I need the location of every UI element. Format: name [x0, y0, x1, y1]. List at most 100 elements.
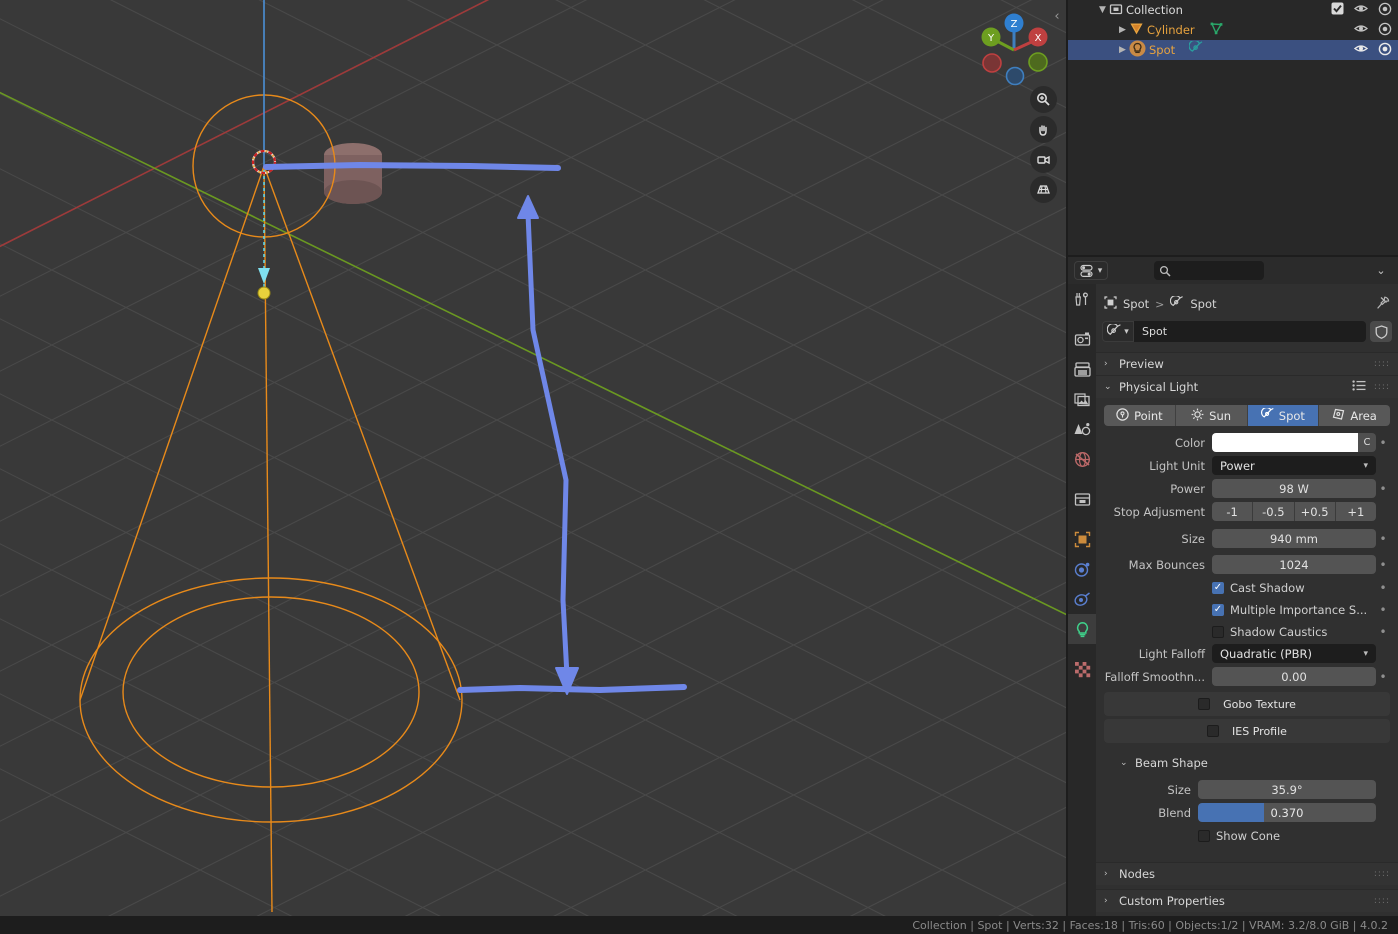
- light-type-sun[interactable]: Sun: [1175, 405, 1248, 426]
- 3d-viewport[interactable]: ‹ Z Y X: [0, 0, 1066, 916]
- beam-blend-slider[interactable]: 0.370: [1198, 803, 1376, 822]
- disable-render-camera-icon[interactable]: [1378, 42, 1392, 59]
- stop-plus-1-button[interactable]: +1: [1335, 502, 1376, 521]
- field-falloff-smoothness: Falloff Smoothn... 0.00 •: [1104, 667, 1390, 686]
- animate-property-dot[interactable]: •: [1376, 483, 1390, 495]
- animate-property-dot[interactable]: •: [1376, 533, 1390, 545]
- spot-light-data-icon[interactable]: [1188, 39, 1204, 59]
- status-bar-text: Collection | Spot | Verts:32 | Faces:18 …: [912, 918, 1388, 932]
- multiple-importance-sampling-checkbox[interactable]: ✓: [1212, 603, 1224, 616]
- color-picker-button[interactable]: C: [1358, 433, 1376, 452]
- breadcrumb-object[interactable]: Spot: [1123, 297, 1149, 311]
- disclosure-triangle-icon[interactable]: ▶: [1116, 24, 1129, 37]
- pan-button[interactable]: [1030, 116, 1057, 143]
- exclude-checkbox[interactable]: [1331, 2, 1344, 18]
- field-stop-adjustment: Stop Adjusment -1 -0.5 +0.5 +1 •: [1104, 502, 1390, 521]
- tab-object[interactable]: [1068, 524, 1096, 554]
- toggle-ortho-button[interactable]: [1030, 176, 1057, 203]
- panel-grip-icon[interactable]: ::::: [1374, 382, 1390, 392]
- panel-grip-icon[interactable]: ::::: [1374, 896, 1390, 906]
- stop-minus-1-button[interactable]: -1: [1212, 502, 1254, 521]
- tab-object-data-light[interactable]: [1068, 614, 1096, 644]
- outliner-editor[interactable]: ▼ Collection ▶ Cylinder ▶ Spot: [1068, 0, 1398, 255]
- navigation-gizmo[interactable]: Z Y X: [968, 4, 1060, 96]
- disclosure-triangle-icon[interactable]: ▶: [1116, 44, 1129, 57]
- outliner-label: Spot: [1149, 43, 1176, 57]
- zoom-button[interactable]: [1030, 86, 1057, 113]
- ies-profile-checkbox[interactable]: [1207, 725, 1220, 737]
- panel-nodes[interactable]: › Nodes ::::: [1096, 862, 1398, 885]
- breadcrumb-data[interactable]: Spot: [1190, 297, 1216, 311]
- header-chevron-down-icon[interactable]: ⌄: [1370, 261, 1392, 280]
- tab-scene[interactable]: [1068, 414, 1096, 444]
- stop-plus-half-button[interactable]: +0.5: [1294, 502, 1336, 521]
- light-unit-dropdown[interactable]: Power ▾: [1212, 456, 1376, 475]
- show-cone-checkbox[interactable]: [1198, 829, 1210, 842]
- tab-view-layer[interactable]: [1068, 384, 1096, 414]
- light-type-spot[interactable]: Spot: [1247, 405, 1320, 426]
- animate-property-dot[interactable]: •: [1376, 604, 1390, 616]
- ies-profile-row[interactable]: IES Profile: [1104, 719, 1390, 743]
- size-input[interactable]: 940 mm: [1212, 529, 1376, 548]
- panel-preview[interactable]: › Preview ::::: [1096, 352, 1398, 375]
- pin-icon[interactable]: [1376, 296, 1390, 313]
- panel-header-icons: ::::: [1352, 380, 1390, 394]
- disable-render-camera-icon[interactable]: [1378, 2, 1392, 19]
- light-falloff-dropdown[interactable]: Quadratic (PBR) ▾: [1212, 644, 1376, 663]
- panel-physical-light[interactable]: ⌄ Physical Light ::::: [1096, 375, 1398, 398]
- beam-size-input[interactable]: 35.9°: [1198, 780, 1376, 799]
- preset-list-icon[interactable]: [1352, 380, 1366, 394]
- animate-property-dot[interactable]: •: [1376, 671, 1390, 683]
- panel-grip-icon[interactable]: ::::: [1374, 359, 1390, 369]
- editor-type-selector[interactable]: ▾: [1074, 261, 1108, 280]
- shadow-caustics-checkbox[interactable]: [1212, 625, 1224, 638]
- disable-render-camera-icon[interactable]: [1378, 22, 1392, 39]
- light-name-input[interactable]: Spot: [1134, 321, 1366, 342]
- light-type-point-label: Point: [1134, 408, 1163, 423]
- field-beam-size: Size 35.9° •: [1104, 780, 1390, 799]
- hide-viewport-eye-icon[interactable]: [1353, 23, 1369, 37]
- gobo-texture-row[interactable]: Gobo Texture: [1104, 692, 1390, 716]
- gobo-texture-checkbox[interactable]: [1198, 698, 1211, 710]
- light-object-icon: [1129, 40, 1146, 60]
- tab-render[interactable]: [1068, 324, 1096, 354]
- tab-tool[interactable]: [1068, 284, 1096, 314]
- panel-custom-properties-label: Custom Properties: [1119, 894, 1225, 908]
- outliner-row-spot[interactable]: ▶ Spot: [1068, 39, 1398, 60]
- light-data-browse-button[interactable]: ▾: [1102, 321, 1134, 342]
- tab-constraints[interactable]: [1068, 584, 1096, 614]
- search-input[interactable]: [1154, 261, 1264, 280]
- physical-light-body: Point Sun Spot Area Color C • Light Unit…: [1096, 398, 1398, 855]
- hide-viewport-eye-icon[interactable]: [1353, 43, 1369, 57]
- mesh-object-icon: [1129, 21, 1144, 39]
- max-bounces-input[interactable]: 1024: [1212, 555, 1376, 574]
- panel-beam-shape[interactable]: ⌄ Beam Shape: [1104, 751, 1390, 774]
- fake-user-shield-icon[interactable]: [1370, 321, 1392, 342]
- light-type-point[interactable]: Point: [1104, 405, 1176, 426]
- camera-view-button[interactable]: [1030, 146, 1057, 173]
- outliner-row-cylinder[interactable]: ▶ Cylinder: [1068, 20, 1398, 40]
- color-swatch[interactable]: [1212, 433, 1358, 452]
- animate-property-dot[interactable]: •: [1376, 626, 1390, 638]
- panel-custom-properties[interactable]: › Custom Properties ::::: [1096, 889, 1398, 912]
- cast-shadow-checkbox[interactable]: ✓: [1212, 581, 1224, 594]
- stop-minus-half-button[interactable]: -0.5: [1253, 502, 1295, 521]
- power-input[interactable]: 98 W: [1212, 479, 1376, 498]
- panel-grip-icon[interactable]: ::::: [1374, 869, 1390, 879]
- tab-physics[interactable]: [1068, 554, 1096, 584]
- field-power: Power 98 W •: [1104, 479, 1390, 498]
- light-type-area[interactable]: Area: [1319, 405, 1390, 426]
- light-type-sun-label: Sun: [1209, 408, 1232, 423]
- disclosure-triangle-icon[interactable]: ▼: [1096, 4, 1109, 17]
- animate-property-dot[interactable]: •: [1376, 437, 1390, 449]
- falloff-smoothness-input[interactable]: 0.00: [1212, 667, 1376, 686]
- outliner-row-collection[interactable]: ▼ Collection: [1068, 0, 1398, 20]
- tab-world[interactable]: [1068, 444, 1096, 474]
- animate-property-dot[interactable]: •: [1376, 582, 1390, 594]
- tab-output[interactable]: [1068, 354, 1096, 384]
- animate-property-dot[interactable]: •: [1376, 559, 1390, 571]
- tab-texture[interactable]: [1068, 654, 1096, 684]
- tab-collection[interactable]: [1068, 484, 1096, 514]
- hide-viewport-eye-icon[interactable]: [1353, 3, 1369, 17]
- mesh-data-icon[interactable]: [1209, 21, 1224, 39]
